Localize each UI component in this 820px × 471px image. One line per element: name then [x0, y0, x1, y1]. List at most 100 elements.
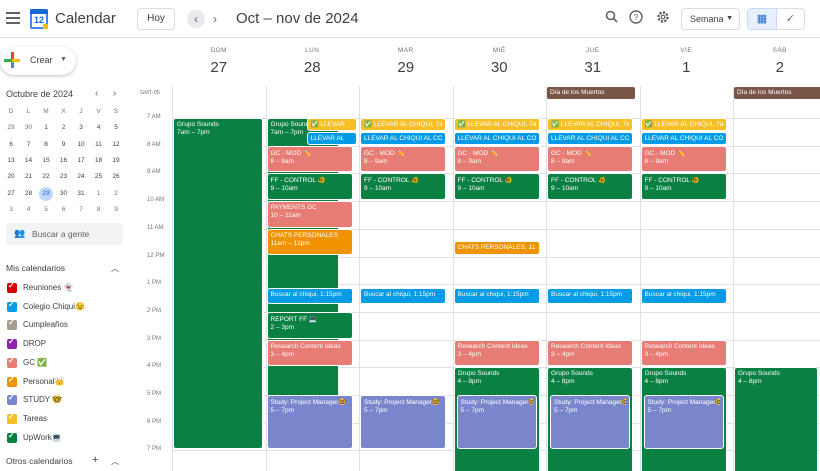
- mini-calendar-day[interactable]: 23: [55, 169, 73, 185]
- day-number[interactable]: 28: [266, 59, 360, 76]
- calendar-view-icon[interactable]: ▦: [747, 8, 777, 30]
- calendar-event[interactable]: ✅ LLEVAR AL CHIQUI, 7am: [360, 118, 446, 131]
- day-number[interactable]: 2: [733, 59, 820, 76]
- mini-calendar-day[interactable]: 7: [72, 202, 90, 218]
- day-header[interactable]: SÁB 2: [733, 38, 820, 88]
- calendar-event[interactable]: GC - MOD ✏️ 8 – 9am: [640, 145, 727, 173]
- mini-calendar-day[interactable]: 12: [107, 137, 125, 153]
- mini-calendar-day[interactable]: 19: [107, 153, 125, 169]
- mini-calendar-day[interactable]: 27: [2, 186, 20, 202]
- calendar-item[interactable]: UpWork💻: [7, 431, 127, 447]
- calendar-event[interactable]: GC - MOD ✏️ 8 – 9am: [453, 145, 540, 173]
- calendar-event[interactable]: FF - CONTROL 🐠 9 – 10am: [547, 173, 633, 201]
- calendar-item[interactable]: Reuniones 👻: [7, 281, 127, 297]
- calendar-event[interactable]: Buscar al chiqui, 1:15pm: [266, 288, 353, 304]
- calendar-event[interactable]: ✅ LLEVAR: [306, 118, 357, 131]
- mini-calendar-day[interactable]: 7: [20, 137, 38, 153]
- my-calendars-title[interactable]: Mis calendarios: [6, 263, 65, 273]
- mini-calendar-day[interactable]: 30: [55, 186, 73, 202]
- mini-calendar-day[interactable]: 21: [20, 169, 38, 185]
- mini-calendar-next-button[interactable]: ›: [113, 88, 116, 99]
- mini-calendar-day[interactable]: 16: [55, 153, 73, 169]
- mini-calendar-day[interactable]: 25: [90, 169, 108, 185]
- mini-calendar-day[interactable]: 28: [20, 186, 38, 202]
- checkbox-icon[interactable]: [7, 300, 17, 312]
- calendar-event[interactable]: ✅ LLEVAR AL CHIQUI, 7am: [453, 118, 540, 131]
- checkbox-icon[interactable]: [7, 318, 17, 331]
- mini-calendar-day[interactable]: 9: [107, 202, 125, 218]
- mini-calendar-day[interactable]: 4: [20, 202, 38, 218]
- calendar-event[interactable]: Study: Project Manager🤓 5 – 7pm: [550, 395, 630, 450]
- mini-calendar-day[interactable]: 15: [37, 153, 55, 169]
- mini-calendar-day[interactable]: 6: [2, 137, 20, 153]
- mini-calendar-day[interactable]: 31: [72, 186, 90, 202]
- mini-calendar-day[interactable]: 8: [90, 202, 108, 218]
- calendar-item[interactable]: Personal👑: [7, 375, 127, 391]
- checkbox-icon[interactable]: [7, 337, 17, 350]
- mini-calendar-day[interactable]: 18: [90, 153, 108, 169]
- calendar-event[interactable]: CHATS PERSONALES, 11am: [453, 241, 540, 256]
- checkbox-icon[interactable]: [7, 393, 17, 406]
- mini-calendar-day[interactable]: 26: [107, 169, 125, 185]
- day-number[interactable]: 27: [172, 59, 266, 76]
- calendar-item[interactable]: DROP: [7, 337, 127, 353]
- mini-calendar-day[interactable]: 9: [55, 137, 73, 153]
- calendar-event[interactable]: GC - MOD ✏️ 8 – 9am: [266, 145, 353, 173]
- calendar-event[interactable]: LLEVAR AL CHIQUI AL COLEGIO: [360, 131, 446, 145]
- calendar-item[interactable]: Cumpleaños: [7, 318, 127, 334]
- mini-calendar-day[interactable]: 30: [20, 120, 38, 136]
- day-header[interactable]: MAR 29: [359, 38, 453, 88]
- calendar-event[interactable]: Research Content Ideas 3 – 4pm: [547, 339, 633, 367]
- mini-calendar-day[interactable]: 22: [37, 169, 55, 185]
- calendar-event[interactable]: Buscar al chiqui, 1:15pm: [547, 288, 633, 304]
- search-icon[interactable]: [602, 10, 620, 28]
- calendar-event[interactable]: FF - CONTROL 🐠 9 – 10am: [266, 173, 353, 201]
- previous-week-button[interactable]: ‹: [187, 10, 205, 28]
- mini-calendar-day[interactable]: 1: [37, 120, 55, 136]
- checkbox-icon[interactable]: [7, 375, 17, 387]
- calendar-event[interactable]: LLEVAR AL CHIQUI AL COLEGIO: [547, 131, 633, 145]
- mini-calendar-day[interactable]: 11: [90, 137, 108, 153]
- calendar-event[interactable]: CHATS PERSONALES 11am – 12pm: [266, 228, 353, 256]
- calendar-event[interactable]: FF - CONTROL 🐠 9 – 10am: [453, 173, 540, 201]
- day-number[interactable]: 31: [546, 59, 640, 76]
- mini-calendar-day[interactable]: 14: [20, 153, 38, 169]
- calendar-event[interactable]: GC - MOD ✏️ 8 – 9am: [547, 145, 633, 173]
- chevron-up-icon[interactable]: ︿: [111, 456, 119, 467]
- day-number[interactable]: 30: [453, 59, 547, 76]
- mini-calendar-day[interactable]: 17: [72, 153, 90, 169]
- calendar-item[interactable]: STUDY 🤓: [7, 393, 127, 409]
- day-number[interactable]: 1: [640, 59, 734, 76]
- view-selector[interactable]: Semana ▼: [681, 8, 740, 30]
- day-number[interactable]: 29: [359, 59, 453, 76]
- all-day-event[interactable]: Día de los Muertos: [734, 87, 820, 99]
- calendar-item[interactable]: GC ✅: [7, 356, 127, 372]
- mini-calendar-prev-button[interactable]: ‹: [95, 88, 98, 99]
- settings-icon[interactable]: [654, 10, 672, 28]
- calendar-event[interactable]: Grupo Sounds 7am – 7pm: [173, 118, 263, 450]
- create-button[interactable]: Crear ▼: [0, 47, 76, 75]
- day-header[interactable]: JUE 31: [546, 38, 640, 88]
- calendar-event[interactable]: LLEVAR AL CHIQUI AL COLEGIO: [640, 131, 727, 145]
- help-icon[interactable]: ?: [627, 10, 645, 28]
- calendar-event[interactable]: Buscar al chiqui, 1:15pm: [640, 288, 727, 304]
- search-people-input[interactable]: 👥 Buscar a gente: [6, 223, 123, 245]
- calendar-event[interactable]: LLEVAR AL CHIQUI AL COLEGIO: [453, 131, 540, 145]
- mini-calendar-day[interactable]: 24: [72, 169, 90, 185]
- mini-calendar-day[interactable]: 10: [72, 137, 90, 153]
- mini-calendar-day[interactable]: 20: [2, 169, 20, 185]
- calendar-event[interactable]: Buscar al chiqui, 1:15pm: [360, 288, 446, 304]
- all-day-event[interactable]: Día de los Muertos: [547, 87, 635, 99]
- calendar-event[interactable]: Study: Project Manager🤓 5 – 7pm: [266, 395, 353, 450]
- calendar-event[interactable]: GC - MOD ✏️ 8 – 9am: [360, 145, 446, 173]
- day-header[interactable]: VIE 1: [640, 38, 734, 88]
- mini-calendar-day[interactable]: 1: [90, 186, 108, 202]
- calendar-event[interactable]: Study: Project Manager🤓 5 – 7pm: [643, 395, 724, 450]
- calendar-event[interactable]: Study: Project Manager🤓 5 – 7pm: [360, 395, 446, 450]
- next-week-button[interactable]: ›: [206, 10, 224, 28]
- calendar-event[interactable]: PAYMENTS GC 10 – 11am: [266, 201, 353, 228]
- add-calendar-icon[interactable]: +: [92, 454, 98, 466]
- calendar-event[interactable]: Research Content Ideas 3 – 4pm: [453, 339, 540, 367]
- calendar-event[interactable]: Buscar al chiqui, 1:15pm: [453, 288, 540, 304]
- other-calendars-title[interactable]: Otros calendarios: [6, 456, 73, 466]
